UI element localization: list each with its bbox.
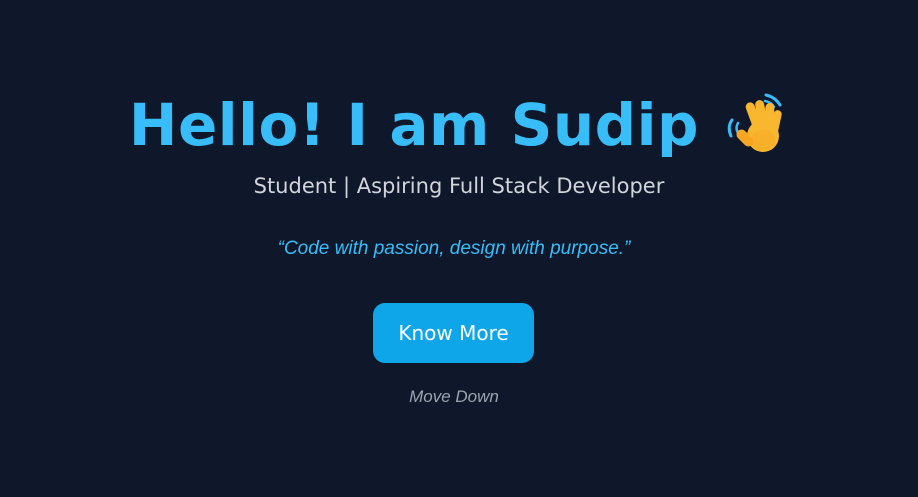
hero-title-row: Hello! I am Sudip: [0, 88, 918, 162]
hero-section: Hello! I am Sudip Student | Aspiring Ful…: [0, 0, 918, 497]
move-down-link[interactable]: Move Down: [0, 384, 908, 410]
hero-title: Hello! I am Sudip: [128, 91, 700, 159]
hero-quote: “Code with passion, design with purpose.…: [277, 238, 631, 259]
hero-subtitle: Student | Aspiring Full Stack Developer: [253, 174, 665, 198]
waving-hand-icon: [723, 92, 789, 158]
know-more-button[interactable]: Know More: [373, 303, 534, 363]
